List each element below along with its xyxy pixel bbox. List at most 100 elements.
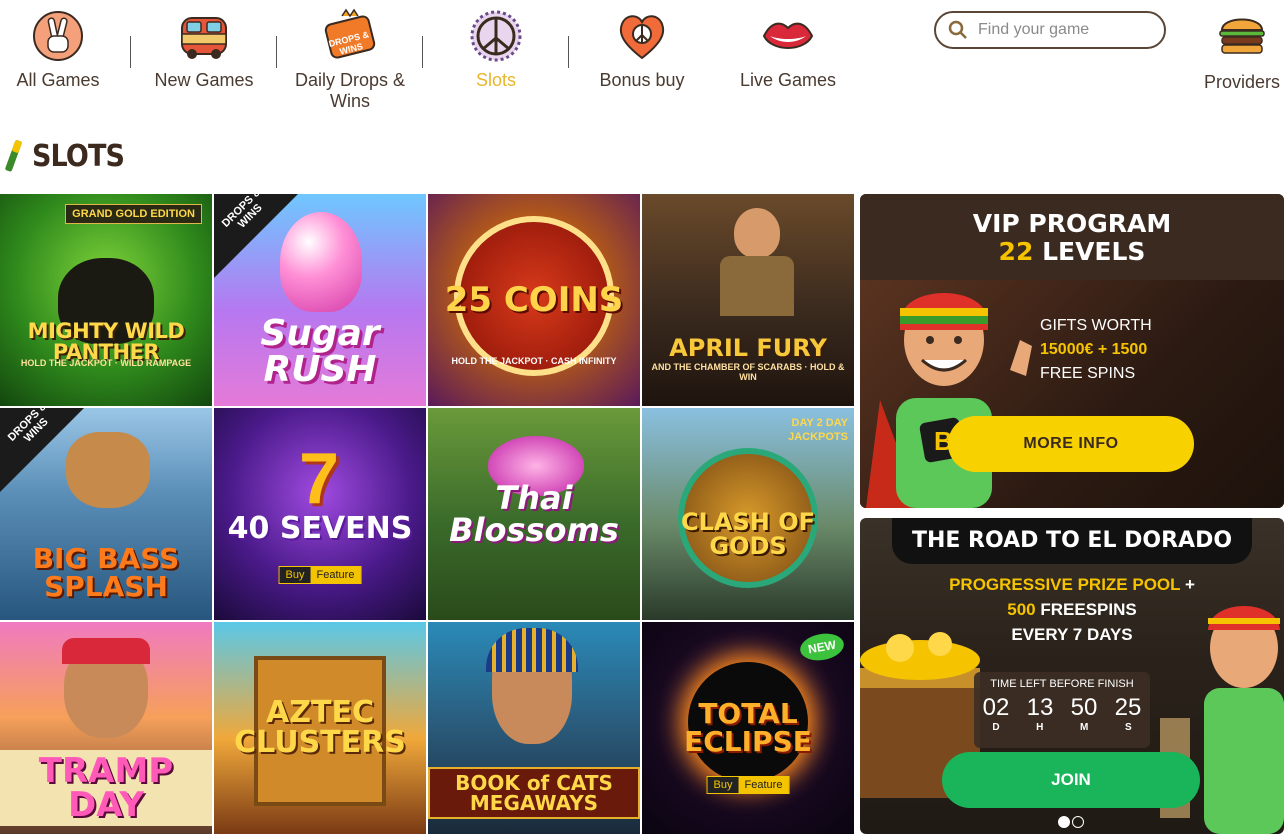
game-subtitle: HOLD THE JACKPOT · WILD RAMPAGE <box>20 358 192 368</box>
nav-label: Daily Drops & Wins <box>294 70 406 111</box>
nav-label: Slots <box>475 70 517 90</box>
seven-symbol-art: 7 <box>298 439 340 519</box>
game-tile-40-sevens[interactable]: 7 40 SEVENS Buy Feature <box>214 408 426 620</box>
game-title: BOOK of CATS MEGAWAYS <box>428 767 640 819</box>
prize-pool-line: PROGRESSIVE PRIZE POOL + <box>860 572 1284 597</box>
explorer-body-art <box>720 256 794 316</box>
vip-program-banner: VIP PROGRAM 22 LEVELS B GIFTS WORTH 1500… <box>860 194 1284 508</box>
providers-label: Providers <box>1203 72 1281 92</box>
vip-title: VIP PROGRAM <box>972 209 1172 238</box>
game-subtitle: AND THE CHAMBER OF SCARABS · HOLD & WIN <box>651 362 845 382</box>
game-title: TRAMP DAY <box>0 750 212 826</box>
game-tile-total-eclipse[interactable]: NEW TOTAL ECLIPSE Buy Feature <box>642 622 854 834</box>
nav-item-live-games[interactable]: Live Games <box>715 8 861 91</box>
game-tile-big-bass-splash[interactable]: DROPS & WINS BIG BASS SPLASH <box>0 408 212 620</box>
timer-values: 02 13 50 25 <box>974 694 1150 722</box>
section-header: SLOTS <box>2 138 134 174</box>
vip-gift-amount: 15000€ + 1500 <box>1040 341 1148 358</box>
buy-label: Buy <box>707 777 739 793</box>
burger-icon <box>1219 18 1265 54</box>
game-title: APRIL FURY <box>669 334 827 362</box>
freespins-number: 500 <box>1007 600 1036 619</box>
el-dorado-description: PROGRESSIVE PRIZE POOL + 500 FREESPINS E… <box>860 572 1284 647</box>
vip-gift-line1: GIFTS WORTH <box>1040 317 1152 334</box>
timer-minutes: 50 <box>1070 694 1098 721</box>
game-tile-25-coins[interactable]: 25 COINS HOLD THE JACKPOT · CASH INFINIT… <box>428 194 640 406</box>
prize-pool-text: PROGRESSIVE PRIZE POOL <box>949 575 1181 594</box>
timer-seconds: 25 <box>1114 694 1142 721</box>
buy-feature-badge: Buy Feature <box>706 776 790 794</box>
top-navigation: All Games New Games DROPS & WINS Daily D… <box>0 0 1284 120</box>
page-title: SLOTS <box>32 138 125 174</box>
nav-item-bonus-buy[interactable]: Bonus buy <box>569 8 715 91</box>
nav-label: Live Games <box>739 70 837 90</box>
nav-label: Bonus buy <box>599 70 685 90</box>
nav-item-slots[interactable]: Slots <box>423 8 569 91</box>
freespins-word: FREESPINS <box>1040 600 1137 619</box>
heart-peace-icon <box>619 15 665 60</box>
game-title: MIGHTY WILD PANTHER <box>27 319 185 364</box>
vip-levels-number: 22 <box>998 237 1034 266</box>
game-title: CLASH OF GODS <box>680 508 815 560</box>
game-tile-clash-of-gods[interactable]: DAY 2 DAY JACKPOTS CLASH OF GODS <box>642 408 854 620</box>
every-line: EVERY 7 DAYS <box>1011 625 1133 644</box>
jackpot-badge: DAY 2 DAY JACKPOTS <box>788 417 848 443</box>
freespins-line: 500 FREESPINS <box>860 597 1284 622</box>
peace-sign-icon <box>470 10 522 62</box>
buy-feature-badge: Buy Feature <box>278 566 362 584</box>
headdress-art <box>486 628 578 672</box>
search-icon <box>948 20 967 39</box>
vip-gift-line3: FREE SPINS <box>1040 365 1136 382</box>
vip-levels-word: LEVELS <box>1042 237 1146 266</box>
carousel-dot-2[interactable] <box>1072 816 1084 828</box>
game-title: Thai Blossoms <box>449 479 619 549</box>
search-input[interactable] <box>978 21 1148 39</box>
nav-label: All Games <box>16 70 100 90</box>
carousel-dot-1[interactable] <box>1058 816 1070 828</box>
lips-icon <box>762 22 814 49</box>
van-icon <box>181 17 227 59</box>
join-button[interactable]: JOIN <box>942 752 1200 808</box>
game-tile-april-fury[interactable]: APRIL FURY AND THE CHAMBER OF SCARABS · … <box>642 194 854 406</box>
game-tile-sugar-rush[interactable]: DROPS & WINS Sugar RUSH <box>214 194 426 406</box>
feature-label: Feature <box>738 777 789 793</box>
game-title: 25 COINS <box>444 280 624 320</box>
game-title: BIG BASS SPLASH <box>32 542 180 603</box>
game-tile-mighty-wild-panther[interactable]: GRAND GOLD EDITION MIGHTY WILD PANTHER H… <box>0 194 212 406</box>
new-badge: NEW <box>798 630 846 664</box>
buy-label: Buy <box>279 567 311 583</box>
slots-stick-icon <box>5 140 22 172</box>
game-tile-tramp-day[interactable]: TRAMP DAY <box>0 622 212 834</box>
nav-item-daily-drops[interactable]: DROPS & WINS Daily Drops & Wins <box>277 8 423 112</box>
game-tile-aztec-clusters[interactable]: AZTEC CLUSTERS <box>214 622 426 834</box>
nav-item-new-games[interactable]: New Games <box>131 8 277 91</box>
timer-hours: 13 <box>1026 694 1054 721</box>
explorer-face-art <box>734 208 780 258</box>
timer-label: TIME LEFT BEFORE FINISH <box>990 678 1134 690</box>
el-dorado-title: THE ROAD TO EL DORADO <box>892 518 1252 564</box>
victory-hand-icon <box>33 11 83 61</box>
timer-days: 02 <box>982 694 1010 721</box>
carousel-dots <box>1058 816 1084 828</box>
more-info-button[interactable]: MORE INFO <box>948 416 1194 472</box>
game-title: TOTAL ECLIPSE <box>684 697 812 758</box>
nav-item-all-games[interactable]: All Games <box>0 8 131 91</box>
el-dorado-banner: THE ROAD TO EL DORADO PROGRESSIVE PRIZE … <box>860 518 1284 834</box>
vip-levels: 22 LEVELS <box>860 238 1284 266</box>
providers-button[interactable]: Providers <box>1200 8 1284 93</box>
cap-art <box>62 638 150 664</box>
nav-label: New Games <box>154 70 254 90</box>
game-title: 40 SEVENS <box>227 511 413 546</box>
game-tile-book-of-cats[interactable]: BOOK of CATS MEGAWAYS <box>428 622 640 834</box>
game-title: Sugar RUSH <box>260 313 380 390</box>
vip-body: B GIFTS WORTH 15000€ + 1500 FREE SPINS M… <box>860 280 1284 508</box>
countdown-timer: TIME LEFT BEFORE FINISH 02 13 50 25 D H … <box>974 672 1150 748</box>
timer-unit-days: D <box>992 722 1000 733</box>
search-box[interactable] <box>934 11 1166 49</box>
timer-unit-seconds: S <box>1125 722 1132 733</box>
game-subtitle: HOLD THE JACKPOT · CASH INFINITY <box>451 356 617 366</box>
timer-units: D H M S <box>974 722 1150 733</box>
feature-label: Feature <box>310 567 361 583</box>
game-tile-thai-blossoms[interactable]: Thai Blossoms <box>428 408 640 620</box>
prize-pool-plus: + <box>1184 575 1195 594</box>
